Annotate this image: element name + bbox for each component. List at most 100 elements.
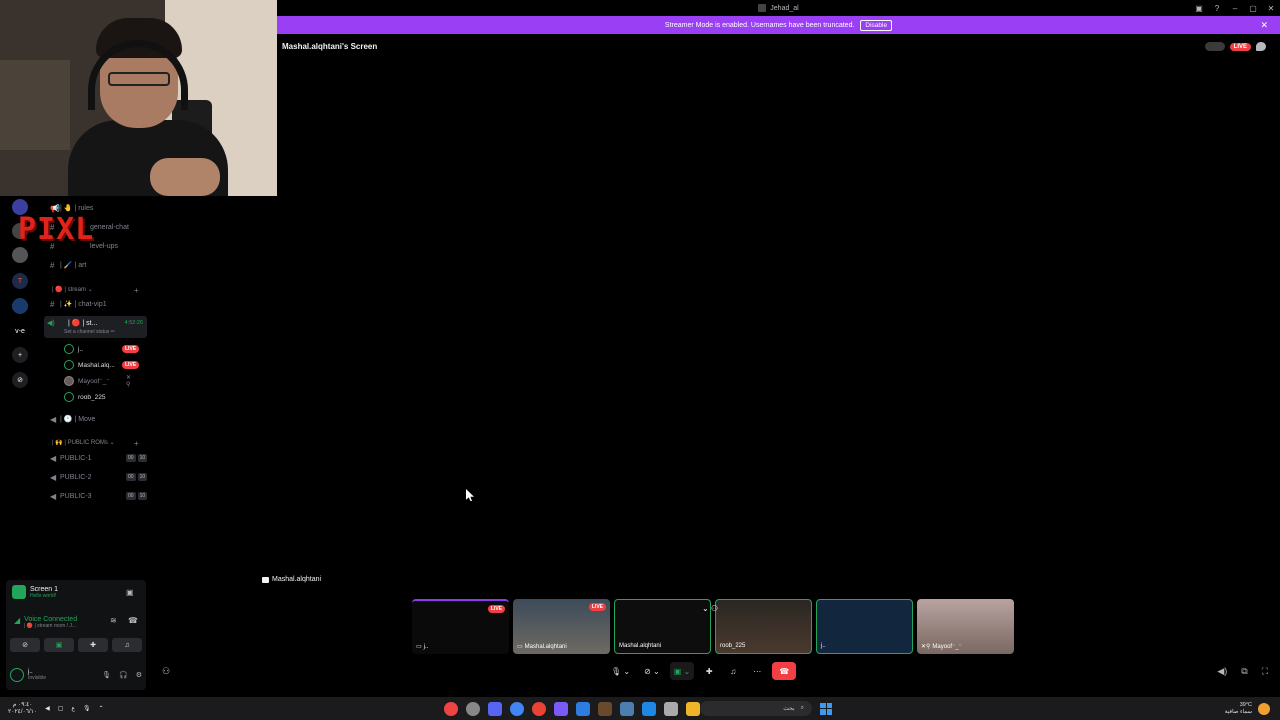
soundboard-button[interactable]: ♫ (724, 662, 742, 680)
participant-tile[interactable]: j.. (816, 599, 913, 654)
chrome-icon-2[interactable] (510, 701, 524, 716)
screen-share-toggle[interactable]: ▣ ⌄ (669, 662, 695, 680)
folder-icon[interactable] (686, 701, 700, 716)
maximize-button[interactable]: ▢ (1244, 4, 1262, 13)
member-item[interactable]: roob_225 (64, 391, 105, 403)
collapse-tiles-icon[interactable]: ⌄ ⚇ (702, 604, 718, 613)
mute-button[interactable]: 🎙 ⌄ (607, 662, 634, 680)
chrome-icon-3[interactable] (532, 701, 546, 716)
participant-tile[interactable]: roob_225 (715, 599, 812, 654)
speaker-icon: ◀ (50, 414, 57, 424)
add-channel-icon[interactable]: + (134, 286, 139, 295)
chat-icon[interactable] (1256, 42, 1266, 51)
settings-gear-icon[interactable]: ⚙ (136, 671, 142, 679)
activities-button[interactable]: ✚ (78, 638, 108, 652)
soundboard-button[interactable]: ♫ (112, 638, 142, 652)
participant-tile[interactable]: Mashal.alqhtani (614, 599, 711, 654)
member-item[interactable]: Mashal.alq... LIVE (64, 359, 140, 371)
chevron-up-icon[interactable]: ⌃ (99, 705, 104, 712)
mic-icon[interactable]: 🎙 (83, 705, 91, 712)
participant-tile[interactable]: LIVE ▭ Mashal.alqhtani (513, 599, 610, 654)
voice-connected: ◢ Voice Connected | 🔴 | stream room / J.… (14, 616, 138, 629)
server-icon-4[interactable]: T (12, 273, 28, 289)
category-stream[interactable]: | 🔴 | stream ⌄ + (52, 286, 139, 295)
category-public-roms[interactable]: | 🙌 | PUBLIC ROMs ⌄ + (52, 439, 139, 448)
minecraft-icon[interactable] (598, 701, 612, 716)
help-icon[interactable]: ? (1208, 4, 1226, 13)
voice-connected-label[interactable]: Voice Connected (24, 616, 77, 623)
game-icon[interactable] (554, 701, 568, 716)
noise-suppression-icon[interactable]: ≋ (110, 616, 117, 625)
channel-prefix: | 🕐 | (60, 416, 77, 423)
edge-icon[interactable] (576, 701, 590, 716)
user-max: 10 (137, 492, 148, 500)
viewers-avatars[interactable] (1204, 42, 1225, 51)
taskbar-search[interactable]: بحث ⌕ (700, 701, 812, 716)
channel-label: PUBLIC-2 (60, 473, 92, 481)
tile-label: ▭ Mashal.alqhtani (517, 643, 567, 651)
chrome-icon[interactable] (444, 701, 458, 716)
member-item[interactable]: Mayoof⁻_⁻ ✕ ⚲ (64, 375, 131, 388)
explore-icon[interactable]: ⊘ (12, 372, 28, 388)
clock-time: ٠٩:٤٠ م (12, 701, 33, 708)
screen-share-sub: Hello world! (30, 592, 57, 599)
stream-header-actions: LIVE (1204, 42, 1266, 51)
headphones-icon[interactable]: 🎧 (119, 671, 128, 679)
banner-close-icon[interactable]: ✕ (1260, 20, 1268, 31)
voice-channel-active[interactable]: ◀) | 🔴 | st... 4:52:26 Set a channel sta… (44, 316, 147, 338)
camera-off-button[interactable]: ⊘ (10, 638, 40, 652)
participant-tile[interactable]: LIVE ▭ j.. (412, 599, 509, 654)
discord-icon[interactable] (488, 701, 502, 716)
windows-start-icon[interactable] (820, 702, 832, 715)
volume-icon[interactable]: ◀) (1217, 666, 1227, 677)
inbox-icon[interactable]: ▣ (1190, 4, 1208, 13)
disconnect-icon[interactable]: ☎ (128, 616, 138, 625)
display-icon[interactable]: ▢ (58, 705, 64, 712)
channel-art[interactable]: # | 🖌️ | art (50, 258, 86, 272)
mail-icon[interactable] (620, 701, 634, 716)
store-icon[interactable] (642, 701, 656, 716)
screen-share-status[interactable]: Screen 1 Hello world! ▣ (12, 585, 134, 599)
add-channel-icon[interactable]: + (134, 439, 139, 448)
taskbar-weather[interactable]: 39°C سماء صافية (1225, 702, 1270, 716)
live-badge: LIVE (487, 605, 505, 613)
pixl-logo: PIXL (18, 212, 95, 247)
server-icon-5[interactable] (12, 298, 28, 314)
channel-move[interactable]: ◀ | 🕐 | Move (50, 412, 95, 426)
pop-out-participants-icon[interactable]: ⚇ (162, 666, 170, 677)
screen-share-button[interactable]: ▣ (44, 638, 74, 652)
calendar-icon[interactable] (664, 701, 678, 716)
popout-icon[interactable]: ⧉ (1241, 666, 1247, 677)
participant-tile[interactable]: ✕⚲ Mayoof⁻_⁻ (917, 599, 1014, 654)
add-server-icon[interactable]: + (12, 347, 28, 363)
obs-icon[interactable] (466, 701, 480, 716)
fullscreen-icon[interactable]: ⛶ (1262, 666, 1268, 677)
taskbar-clock[interactable]: ٠٩:٤٠ م ٢٠٢٤/٠٦/١٠ (8, 702, 37, 716)
microphone-icon[interactable]: 🎙 (102, 671, 111, 679)
close-button[interactable]: ✕ (1262, 4, 1280, 13)
leave-call-button[interactable]: ☎ (772, 662, 797, 680)
server-icon-3[interactable] (12, 247, 28, 263)
member-name: roob_225 (78, 393, 106, 401)
minimize-button[interactable]: – (1226, 4, 1244, 13)
stop-share-icon[interactable]: ▣ (126, 588, 134, 597)
server-icon-6[interactable]: v-e (12, 323, 28, 339)
channel-label: PUBLIC-1 (60, 454, 92, 462)
camera-button[interactable]: ⊘ ⌄ (640, 662, 664, 680)
channel-public-3[interactable]: ◀ PUBLIC-3 00 10 (50, 489, 148, 503)
member-item[interactable]: j.. LIVE (64, 343, 140, 355)
user-avatar[interactable] (10, 668, 24, 682)
live-badge: LIVE (1229, 42, 1251, 51)
voice-channel-status[interactable]: Set a channel status ✏ (64, 329, 115, 335)
activities-button[interactable]: ✚ (700, 662, 718, 680)
channel-public-1[interactable]: ◀ PUBLIC-1 00 10 (50, 451, 148, 465)
stream-name-tag: Mashal.alqhtani (262, 576, 321, 583)
more-options-button[interactable]: ⋯ (748, 662, 766, 680)
screen-share-title: Screen 1 (30, 585, 59, 593)
channel-chat-vip1[interactable]: # | ✨ | chat-vip1 (50, 297, 107, 311)
disable-streamer-mode-button[interactable]: Disable (860, 19, 893, 31)
tile-label: Mashal.alqhtani (619, 643, 661, 649)
language-icon[interactable]: ع (71, 705, 75, 712)
channel-public-2[interactable]: ◀ PUBLIC-2 00 10 (50, 470, 148, 484)
speaker-icon[interactable]: ◀ (45, 705, 50, 712)
